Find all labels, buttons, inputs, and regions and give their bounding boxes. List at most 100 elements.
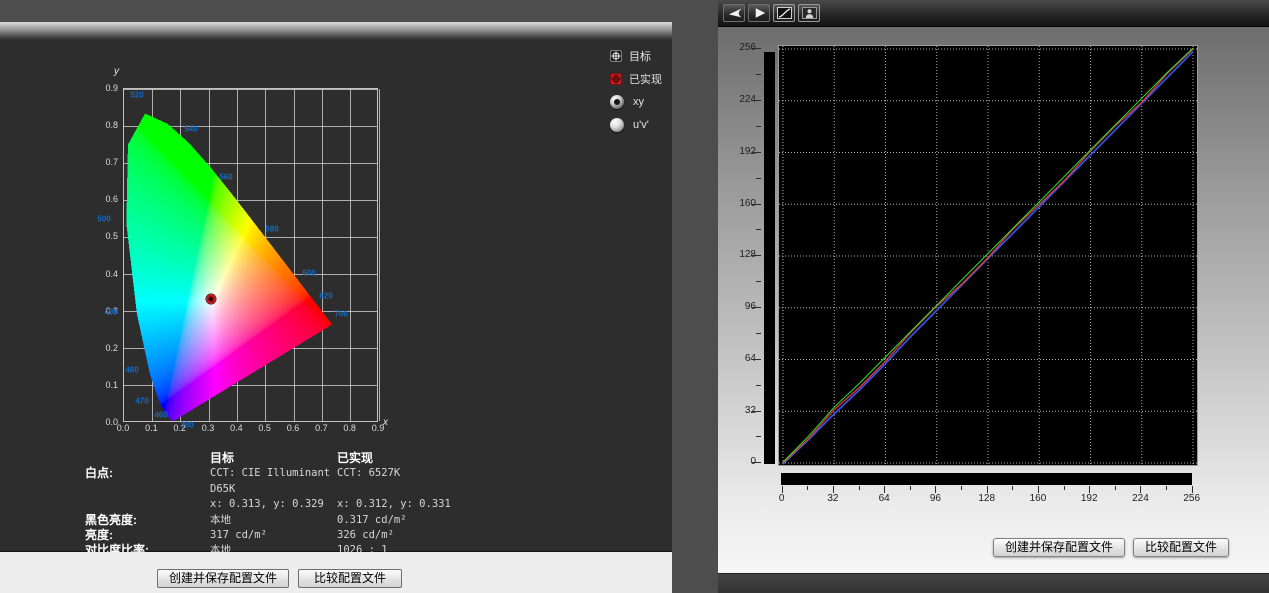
tone-x-tick-label: 64: [869, 494, 899, 504]
summary-col-achieved: 已实现: [337, 451, 567, 466]
summary-achieved-value: x: 0.312, y: 0.331: [337, 497, 567, 512]
wavelength-label: 470: [135, 397, 148, 406]
summary-target-value: x: 0.313, y: 0.329: [210, 497, 337, 512]
wavelength-label: 480: [125, 366, 138, 375]
tone-curve-window: 0326496128160192224256 03264961281601922…: [718, 0, 1269, 593]
cie-y-tick-label: 0.9: [88, 84, 118, 93]
summary-row-label: [85, 497, 210, 512]
cie-chromaticity-chart: 520540560580600620700500490480470460380: [123, 88, 378, 422]
tone-y-major-tick: [752, 48, 761, 49]
summary-target-value: 317 cd/m²: [210, 528, 337, 543]
tone-y-minor-tick: [756, 436, 761, 437]
right-button-row: 创建并保存配置文件 比较配置文件: [993, 538, 1229, 557]
cie-y-tick-label: 0.6: [88, 195, 118, 204]
tone-x-major-tick: [833, 486, 834, 493]
tone-x-minor-tick: [910, 486, 911, 490]
wavelength-label: 600: [302, 269, 315, 278]
tone-y-minor-tick: [756, 281, 761, 282]
cie-gamut-canvas: [124, 89, 379, 423]
tone-x-tick-label: 0: [767, 494, 797, 504]
radio-uv-label: u'v': [633, 119, 649, 131]
radio-xy-label: xy: [633, 96, 644, 108]
vertical-gradient-ramp: [764, 52, 775, 464]
tone-x-tick-label: 192: [1074, 494, 1104, 504]
radio-option-xy[interactable]: xy: [610, 90, 672, 113]
toolbar: [718, 0, 1269, 27]
create-save-profile-button[interactable]: 创建并保存配置文件: [993, 538, 1125, 557]
horizontal-gradient-ramp: [781, 473, 1192, 485]
tone-x-major-tick: [1192, 486, 1193, 493]
radio-uv-unselected[interactable]: [610, 118, 624, 132]
wavelength-label: 560: [219, 173, 232, 182]
left-button-row: 创建并保存配置文件 比较配置文件: [157, 569, 402, 588]
cie-x-tick-label: 0.4: [224, 424, 248, 433]
cie-y-tick-label: 0.2: [88, 344, 118, 353]
tone-x-major-tick: [782, 486, 783, 493]
tone-y-major-tick: [752, 307, 761, 308]
wavelength-label: 520: [130, 91, 143, 100]
right-footer-bar: [718, 573, 1269, 593]
calibration-result-window: y x 520540560580600620700500490480470460…: [0, 22, 672, 593]
tone-x-tick-label: 160: [1023, 494, 1053, 504]
tone-x-major-tick: [1140, 486, 1141, 493]
tone-y-major-tick: [752, 411, 761, 412]
tone-x-major-tick: [935, 486, 936, 493]
chart-legend: 目标 已实现 xy u'v': [610, 44, 672, 136]
play-icon[interactable]: [748, 4, 770, 22]
target-crosshair-icon: [610, 50, 622, 62]
radio-dot: [614, 99, 620, 105]
legend-item-achieved: 已实现: [610, 67, 672, 90]
create-save-profile-button[interactable]: 创建并保存配置文件: [157, 569, 289, 588]
tone-y-major-tick: [752, 359, 761, 360]
wavelength-label: 540: [184, 125, 197, 134]
compare-profiles-button[interactable]: 比较配置文件: [1133, 538, 1229, 557]
tone-x-tick-label: 32: [818, 494, 848, 504]
radio-option-uv[interactable]: u'v': [610, 113, 672, 136]
summary-col-target: 目标: [210, 451, 337, 466]
tone-y-minor-tick: [756, 385, 761, 386]
summary-achieved-value: 326 cd/m²: [337, 528, 567, 543]
tone-curve-icon[interactable]: [773, 4, 795, 22]
cie-x-tick-label: 0.3: [196, 424, 220, 433]
tone-y-minor-tick: [756, 333, 761, 334]
tone-x-minor-tick: [1012, 486, 1013, 490]
cie-y-tick-label: 0.5: [88, 232, 118, 241]
tone-y-minor-tick: [756, 229, 761, 230]
tone-curve-section: 0326496128160192224256 03264961281601922…: [718, 27, 1269, 573]
wavelength-label: 700: [334, 310, 347, 319]
portrait-icon[interactable]: [798, 4, 820, 22]
tone-x-tick-label: 256: [1177, 494, 1207, 504]
chromaticity-section: y x 520540560580600620700500490480470460…: [0, 40, 672, 552]
tone-y-minor-tick: [756, 126, 761, 127]
legend-target-label: 目标: [629, 48, 651, 64]
cie-y-tick-label: 0.1: [88, 381, 118, 390]
tone-curve-svg: [779, 46, 1199, 467]
compare-profiles-button[interactable]: 比较配置文件: [298, 569, 402, 588]
back-swoosh-icon[interactable]: [723, 4, 745, 22]
summary-corner: [85, 451, 210, 466]
cie-y-axis-title: y: [114, 66, 119, 77]
cie-y-tick-label: 0.8: [88, 121, 118, 130]
wavelength-label: 380: [180, 421, 193, 430]
cie-x-tick-label: 0.5: [253, 424, 277, 433]
panel-header-bar: [0, 22, 672, 40]
tone-y-minor-tick: [756, 74, 761, 75]
tone-x-tick-label: 128: [972, 494, 1002, 504]
summary-target-value: 本地: [210, 513, 337, 528]
tone-y-major-tick: [752, 204, 761, 205]
tone-x-major-tick: [987, 486, 988, 493]
tone-x-minor-tick: [807, 486, 808, 490]
radio-xy-selected[interactable]: [610, 95, 624, 109]
cie-x-tick-label: 0.1: [139, 424, 163, 433]
summary-achieved-value: 0.317 cd/m²: [337, 513, 567, 528]
wavelength-label: 500: [97, 215, 110, 224]
tone-x-major-tick: [1038, 486, 1039, 493]
wavelength-label: 490: [104, 308, 117, 317]
tone-x-minor-tick: [859, 486, 860, 490]
tone-y-major-tick: [752, 462, 761, 463]
summary-row-label: 亮度:: [85, 528, 210, 543]
desktop: y x 520540560580600620700500490480470460…: [0, 0, 1269, 593]
calibration-summary-table: 目标已实现白点:CCT: CIE Illuminant D65KCCT: 652…: [85, 451, 567, 559]
legend-item-target: 目标: [610, 44, 672, 67]
tone-x-tick-label: 96: [920, 494, 950, 504]
